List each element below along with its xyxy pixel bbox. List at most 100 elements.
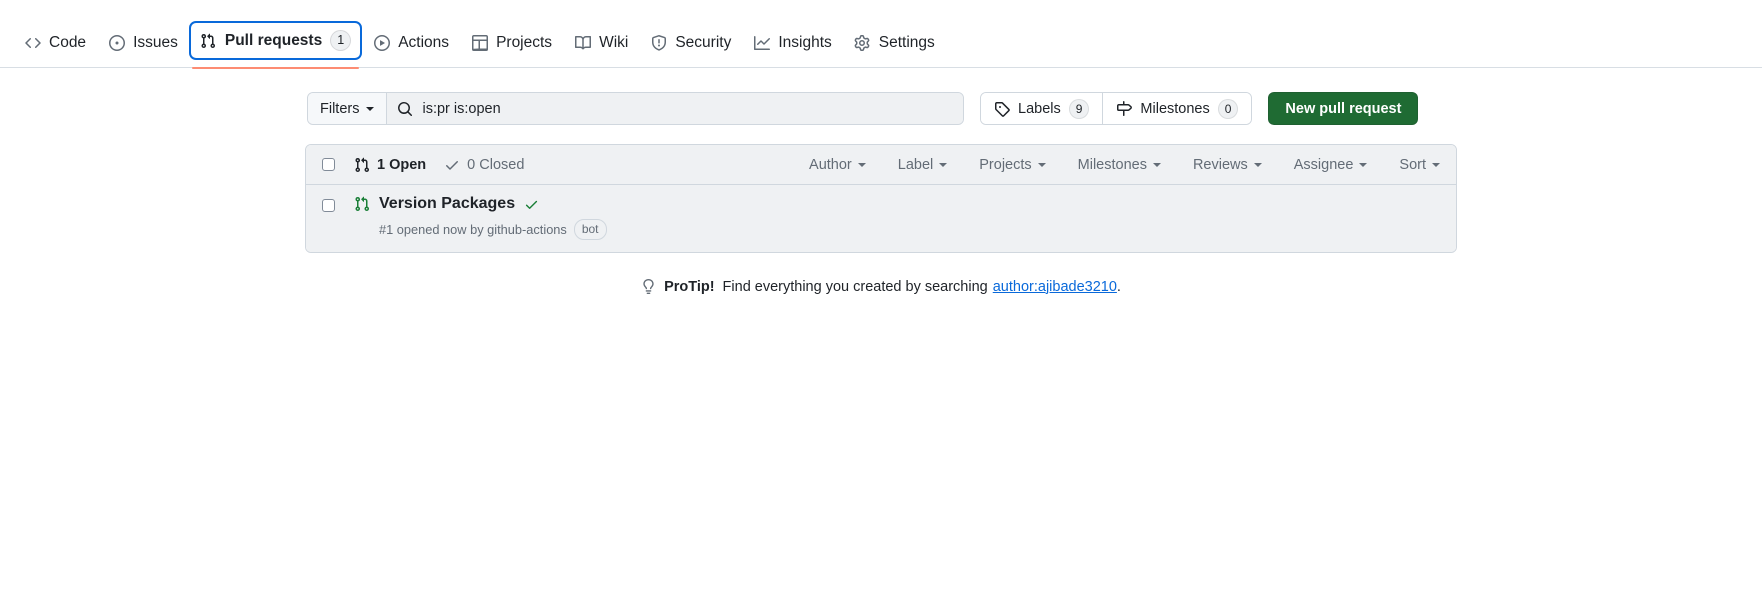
search-icon	[397, 101, 413, 117]
nav-tab-projects[interactable]: Projects	[461, 26, 562, 59]
protip-search-link[interactable]: author:ajibade3210	[993, 279, 1117, 295]
nav-tab-security[interactable]: Security	[640, 26, 741, 59]
filter-assignee-label: Assignee	[1293, 156, 1354, 173]
code-icon	[24, 34, 41, 51]
pull-request-list-panel: 1 Open 0 Closed Author Label Projects Mi…	[305, 144, 1457, 253]
protip-link-wrap: author:ajibade3210.	[993, 279, 1121, 295]
new-pull-request-button[interactable]: New pull request	[1268, 92, 1419, 125]
repository-nav-list: Code Issues Pull requests 1 Actions Proj…	[14, 21, 945, 69]
milestones-button-label: Milestones	[1140, 100, 1210, 117]
issues-toolbar: Filters Labels 9	[14, 92, 1748, 125]
nav-tab-insights-label: Insights	[778, 33, 832, 51]
labels-count: 9	[1068, 98, 1090, 119]
nav-tab-issues[interactable]: Issues	[98, 26, 188, 59]
closed-count-label: 0 Closed	[467, 156, 525, 173]
select-all-checkbox[interactable]	[322, 158, 335, 171]
chevron-down-icon	[1253, 162, 1262, 167]
filter-milestones-label: Milestones	[1077, 156, 1147, 173]
bot-badge: bot	[573, 218, 607, 240]
filter-search-group: Filters	[307, 92, 964, 125]
row-select-checkbox[interactable]	[322, 199, 335, 212]
git-pull-request-icon	[200, 32, 217, 49]
check-icon	[444, 157, 460, 173]
pull-request-meta-text: #1 opened now by github-actions	[379, 221, 567, 237]
nav-tab-wiki-label: Wiki	[599, 33, 629, 51]
nav-tab-security-label: Security	[675, 33, 732, 51]
filter-projects-label: Projects	[979, 156, 1032, 173]
open-count-label: 1 Open	[377, 156, 427, 173]
search-field-wrapper[interactable]	[387, 93, 963, 124]
new-pull-request-label: New pull request	[1285, 100, 1402, 117]
pull-request-meta: #1 opened now by github-actions bot	[354, 218, 607, 240]
pull-request-title-line: Version Packages	[354, 194, 607, 215]
closed-pull-requests-link[interactable]: 0 Closed	[444, 157, 524, 173]
nav-tab-issues-label: Issues	[133, 33, 178, 51]
labels-button-label: Labels	[1018, 100, 1061, 117]
toolbar-actions: Labels 9 Milestones 0 New pull request	[980, 92, 1419, 125]
light-bulb-icon	[641, 279, 656, 295]
filter-projects[interactable]: Projects	[963, 157, 1061, 173]
filter-label-label: Label	[897, 156, 934, 173]
chevron-down-icon	[1152, 162, 1161, 167]
issue-opened-icon	[108, 34, 125, 51]
filter-author[interactable]: Author	[793, 157, 882, 173]
filter-milestones[interactable]: Milestones	[1062, 157, 1177, 173]
filter-reviews-label: Reviews	[1192, 156, 1248, 173]
chevron-down-icon	[366, 106, 375, 111]
nav-tab-pull-requests-label: Pull requests	[224, 31, 323, 49]
search-input[interactable]	[422, 100, 953, 117]
play-icon	[373, 34, 390, 51]
pull-requests-page: Code Issues Pull requests 1 Actions Proj…	[0, 0, 1762, 616]
protip-text: Find everything you created by searching	[722, 278, 988, 295]
main-content: Filters Labels 9	[0, 92, 1762, 295]
milestones-count: 0	[1217, 98, 1239, 119]
filter-assignee[interactable]: Assignee	[1278, 157, 1384, 173]
filter-author-label: Author	[809, 156, 852, 173]
graph-icon	[753, 34, 770, 51]
filter-reviews[interactable]: Reviews	[1177, 157, 1278, 173]
nav-tab-code[interactable]: Code	[14, 26, 96, 59]
nav-tab-wiki[interactable]: Wiki	[564, 26, 638, 59]
chevron-down-icon	[857, 162, 866, 167]
filters-button-label: Filters	[320, 100, 360, 117]
table-icon	[471, 34, 488, 51]
git-pull-request-icon	[354, 157, 370, 173]
milestones-button[interactable]: Milestones 0	[1102, 93, 1252, 124]
tag-icon	[994, 101, 1010, 117]
nav-tab-settings-label: Settings	[878, 33, 935, 51]
shield-icon	[650, 34, 667, 51]
nav-tab-insights[interactable]: Insights	[743, 26, 841, 59]
protip-prefix: ProTip!	[664, 278, 715, 295]
filters-button[interactable]: Filters	[308, 93, 388, 124]
nav-tab-projects-label: Projects	[496, 33, 553, 51]
open-pull-requests-link[interactable]: 1 Open	[354, 157, 426, 173]
state-filter-links: 1 Open 0 Closed	[354, 157, 524, 173]
protip: ProTip! Find everything you created by s…	[14, 279, 1748, 295]
nav-tab-code-label: Code	[49, 33, 87, 51]
filter-sort[interactable]: Sort	[1383, 157, 1440, 173]
nav-tab-actions-label: Actions	[398, 33, 450, 51]
gear-icon	[854, 34, 871, 51]
check-icon	[524, 197, 539, 212]
filter-sort-label: Sort	[1399, 156, 1426, 173]
chevron-down-icon	[1359, 162, 1368, 167]
git-pull-request-icon	[354, 196, 370, 212]
chevron-down-icon	[939, 162, 948, 167]
book-icon	[574, 34, 591, 51]
protip-suffix: .	[1116, 278, 1121, 295]
list-filter-dropdowns: Author Label Projects Milestones Reviews…	[793, 157, 1440, 173]
chevron-down-icon	[1037, 162, 1046, 167]
milestone-icon	[1116, 100, 1133, 117]
pull-requests-count: 1	[330, 30, 352, 51]
pull-request-body: Version Packages #1 opened now by github…	[354, 194, 607, 240]
chevron-down-icon	[1432, 162, 1440, 167]
nav-tab-actions[interactable]: Actions	[363, 26, 459, 59]
nav-tab-pull-requests[interactable]: Pull requests 1	[188, 21, 363, 69]
pull-request-title[interactable]: Version Packages	[379, 194, 515, 215]
filter-label[interactable]: Label	[882, 157, 963, 173]
repository-nav: Code Issues Pull requests 1 Actions Proj…	[0, 0, 1762, 69]
nav-tab-settings[interactable]: Settings	[844, 26, 945, 59]
pull-request-list-header: 1 Open 0 Closed Author Label Projects Mi…	[306, 145, 1456, 185]
table-row[interactable]: Version Packages #1 opened now by github…	[306, 185, 1456, 252]
labels-button[interactable]: Labels 9	[981, 93, 1103, 124]
